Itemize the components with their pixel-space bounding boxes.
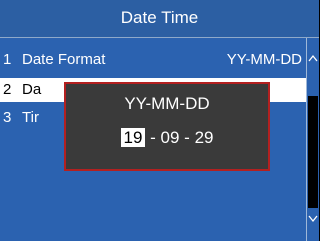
dialog-title: YY-MM-DD xyxy=(124,94,210,113)
scrollbar-track[interactable] xyxy=(308,96,318,208)
date-value: 19 - 09 - 29 xyxy=(66,128,268,148)
menu-item-label: Tir xyxy=(22,109,39,126)
menu-item-value: YY-MM-DD xyxy=(226,51,302,68)
date-separator: - xyxy=(179,128,195,147)
menu-item-index: 3 xyxy=(3,109,12,126)
date-separator: - xyxy=(145,128,161,147)
menu-item-index: 1 xyxy=(3,51,12,68)
year-field[interactable]: 19 xyxy=(120,128,146,147)
chevron-up-icon[interactable] xyxy=(308,54,318,64)
menu-item-label: Date Format xyxy=(22,51,106,68)
date-edit-dialog: YY-MM-DD 19 - 09 - 29 xyxy=(64,82,270,171)
month-field[interactable]: 09 xyxy=(161,128,180,147)
menu-item-date-format[interactable]: 1 Date Format YY-MM-DD xyxy=(0,48,306,72)
day-field[interactable]: 29 xyxy=(195,128,214,147)
menu-item-label: Da xyxy=(22,81,42,98)
device-screen: Date Time 1 Date Format YY-MM-DD 2 Da 3 … xyxy=(0,0,319,241)
chevron-down-icon[interactable] xyxy=(308,213,318,223)
title-bar: Date Time xyxy=(0,0,319,38)
page-title: Date Time xyxy=(120,8,199,27)
menu-item-index: 2 xyxy=(3,81,12,98)
scrollbar[interactable] xyxy=(306,38,319,241)
